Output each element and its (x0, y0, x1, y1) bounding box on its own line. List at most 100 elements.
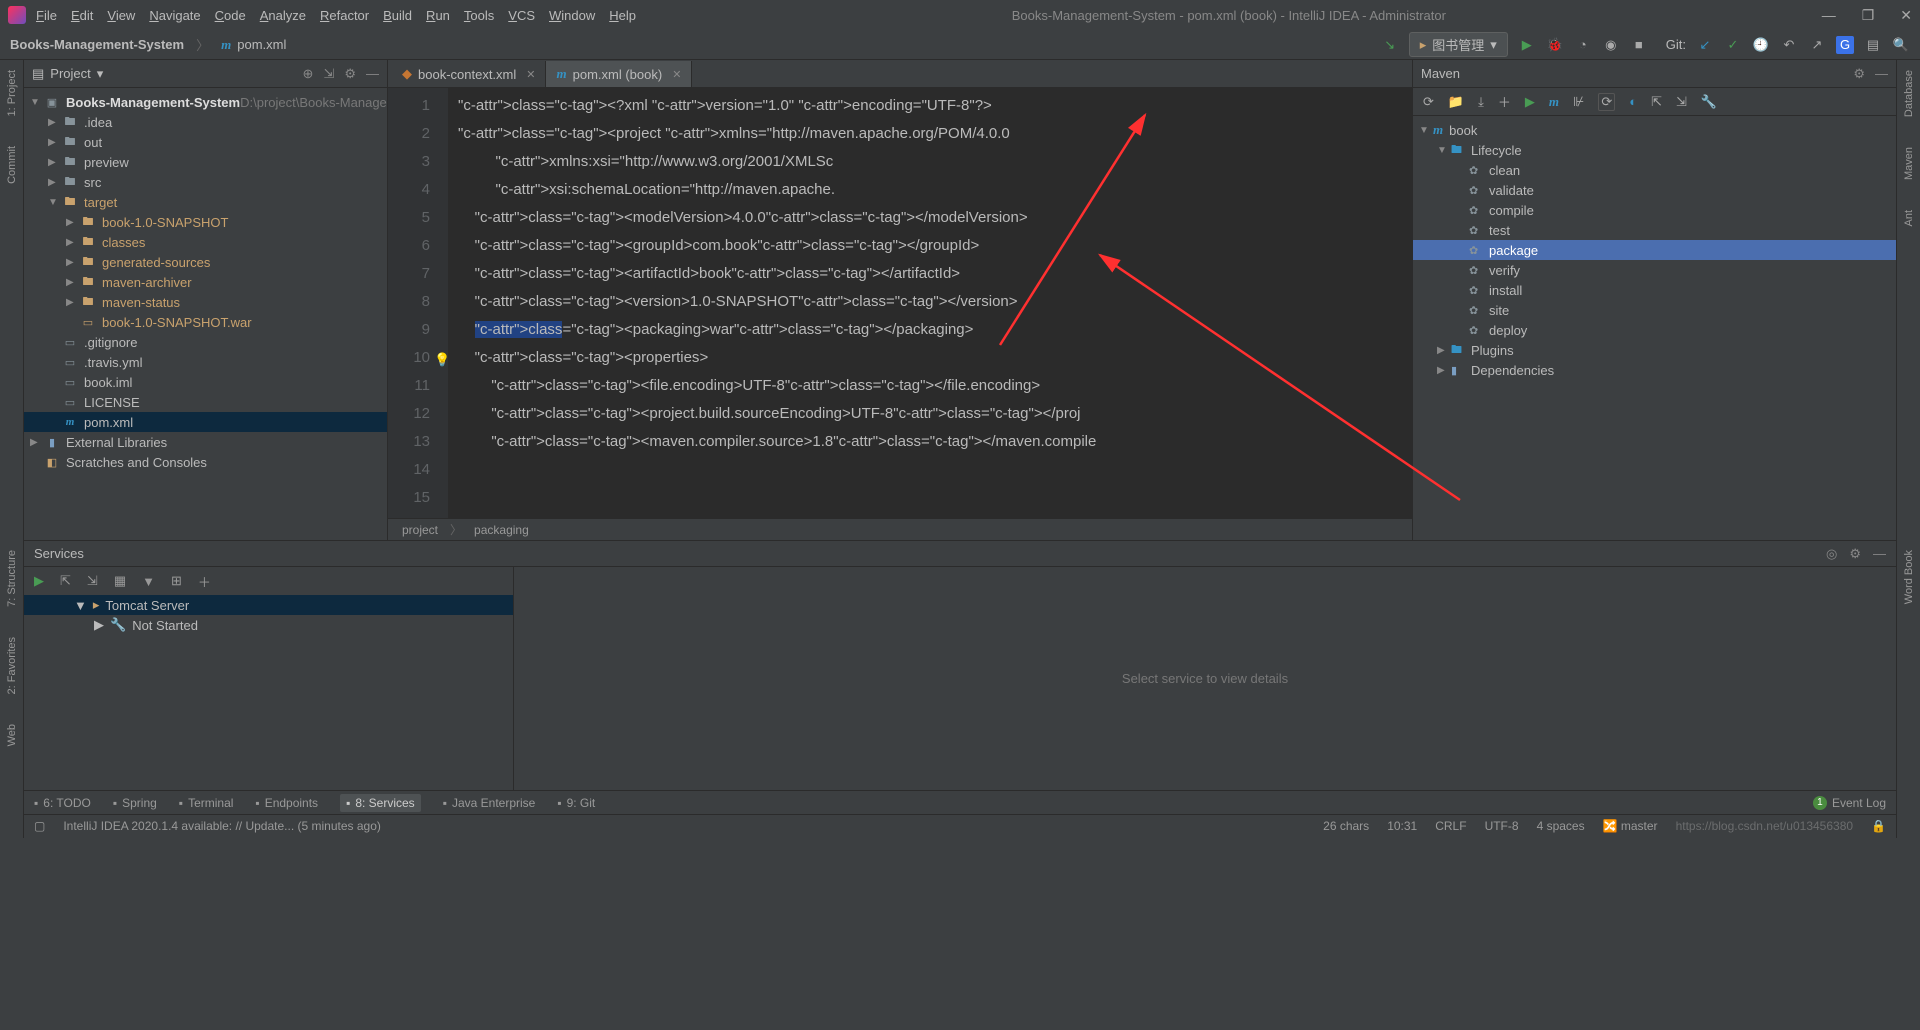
status-indent[interactable]: 4 spaces (1537, 819, 1585, 833)
menu-navigate[interactable]: Navigate (149, 8, 200, 23)
tree-maven-archiver[interactable]: ▶🖿maven-archiver (24, 272, 387, 292)
filter-icon[interactable]: ▼ (142, 574, 155, 589)
menu-code[interactable]: Code (215, 8, 246, 23)
status-indicator-icon[interactable]: ▢ (34, 819, 45, 833)
tree-generated-sources[interactable]: ▶🖿generated-sources (24, 252, 387, 272)
run-config-combo[interactable]: ▸ 图书管理 ▾ (1409, 32, 1508, 57)
tool-ant-tab[interactable]: Ant (1903, 210, 1915, 227)
breadcrumb-file[interactable]: pom.xml (237, 37, 286, 52)
tree-book-1.0-SNAPSHOT[interactable]: ▶🖿book-1.0-SNAPSHOT (24, 212, 387, 232)
services-layout-icon[interactable]: ◎ (1826, 546, 1837, 562)
bottom-tab[interactable]: ▪Terminal (179, 796, 234, 810)
git-commit-icon[interactable]: ✓ (1724, 36, 1742, 54)
menu-file[interactable]: File (36, 8, 57, 23)
bottom-tab[interactable]: ▪Spring (113, 796, 157, 810)
expand-all-icon[interactable]: ⇲ (1676, 94, 1687, 110)
menu-build[interactable]: Build (383, 8, 412, 23)
toggle-offline-icon[interactable]: ⊮ (1573, 94, 1584, 110)
maximize-icon[interactable]: ❐ (1862, 7, 1875, 24)
settings-gear-icon[interactable]: ⚙ (1849, 546, 1861, 562)
menu-edit[interactable]: Edit (71, 8, 93, 23)
maven-goal-clean[interactable]: ✿clean (1413, 160, 1896, 180)
close-tab-icon[interactable]: ✕ (526, 68, 535, 81)
debug-icon[interactable]: 🐞 (1546, 36, 1564, 54)
run-maven-icon[interactable]: ▶ (1525, 94, 1535, 110)
code-content[interactable]: "c-attr">class="c-tag"><?xml "c-attr">ve… (448, 88, 1412, 518)
maven-plugins[interactable]: ▶🖿Plugins (1413, 340, 1896, 360)
tool-structure-tab[interactable]: 7: Structure (6, 550, 18, 607)
tree-target[interactable]: ▼🖿target (24, 192, 387, 212)
status-branch[interactable]: 🔀 master (1603, 819, 1658, 833)
reload-icon[interactable]: ⟳ (1423, 94, 1434, 110)
menu-run[interactable]: Run (426, 8, 450, 23)
collapse-all-icon[interactable]: ⇱ (1651, 94, 1662, 110)
tool-project-tab[interactable]: 1: Project (6, 70, 18, 116)
add-project-icon[interactable]: ＋ (1498, 92, 1511, 111)
git-push-icon[interactable]: ↗ (1808, 36, 1826, 54)
tool-maven-tab[interactable]: Maven (1903, 147, 1915, 180)
menu-window[interactable]: Window (549, 8, 595, 23)
maven-goal-test[interactable]: ✿test (1413, 220, 1896, 240)
layout-icon[interactable]: ⊞ (171, 573, 182, 589)
maven-goal-site[interactable]: ✿site (1413, 300, 1896, 320)
maven-goal-install[interactable]: ✿install (1413, 280, 1896, 300)
menu-analyze[interactable]: Analyze (260, 8, 306, 23)
hide-icon[interactable]: — (366, 66, 379, 82)
git-update-icon[interactable]: ↙ (1696, 36, 1714, 54)
maven-lifecycle[interactable]: ▼🖿Lifecycle (1413, 140, 1896, 160)
tree-book-1.0-SNAPSHOT.war[interactable]: ▭book-1.0-SNAPSHOT.war (24, 312, 387, 332)
run-icon[interactable]: ▶ (1518, 36, 1536, 54)
scratches[interactable]: ◧Scratches and Consoles (24, 452, 387, 472)
run-service-icon[interactable]: ▶ (34, 573, 44, 589)
tree-.idea[interactable]: ▶🖿.idea (24, 112, 387, 132)
menu-view[interactable]: View (107, 8, 135, 23)
bottom-tab[interactable]: ▪6: TODO (34, 796, 91, 810)
status-line-col[interactable]: 10:31 (1387, 819, 1417, 833)
status-encoding[interactable]: UTF-8 (1485, 819, 1519, 833)
bottom-tab[interactable]: ▪9: Git (557, 796, 595, 810)
maven-goal-compile[interactable]: ✿compile (1413, 200, 1896, 220)
bottom-tab[interactable]: ▪8: Services (340, 794, 421, 812)
add-service-icon[interactable]: ＋ (198, 572, 211, 591)
execute-goal-icon[interactable]: m (1549, 94, 1559, 110)
group-icon[interactable]: ▦ (114, 573, 126, 589)
tree-LICENSE[interactable]: ▭LICENSE (24, 392, 387, 412)
tree-book.iml[interactable]: ▭book.iml (24, 372, 387, 392)
show-dependencies-icon[interactable]: ◐ (1629, 94, 1637, 109)
project-root[interactable]: ▼▣Books-Management-System D:\project\Boo… (24, 92, 387, 112)
minimize-icon[interactable]: — (1822, 7, 1836, 24)
download-sources-icon[interactable]: ⤓ (1478, 94, 1484, 110)
tree-classes[interactable]: ▶🖿classes (24, 232, 387, 252)
tool-commit-tab[interactable]: Commit (6, 146, 18, 184)
tool-database-tab[interactable]: Database (1903, 70, 1915, 117)
bottom-tab[interactable]: ▪Endpoints (255, 796, 318, 810)
close-icon[interactable]: ✕ (1900, 7, 1912, 24)
tool-wordbook-tab[interactable]: Word Book (1903, 550, 1915, 604)
tree-preview[interactable]: ▶🖿preview (24, 152, 387, 172)
project-panel-title[interactable]: ▤ Project ▾ (32, 66, 103, 82)
external-libraries[interactable]: ▶▮External Libraries (24, 432, 387, 452)
coverage-icon[interactable]: ◔ (1574, 36, 1592, 54)
bottom-tab[interactable]: ▪Java Enterprise (443, 796, 536, 810)
tree-maven-status[interactable]: ▶🖿maven-status (24, 292, 387, 312)
translate-icon[interactable]: G (1836, 36, 1854, 54)
settings-gear-icon[interactable]: ⚙ (344, 66, 356, 82)
tree-src[interactable]: ▶🖿src (24, 172, 387, 192)
maven-root[interactable]: ▼mbook (1413, 120, 1896, 140)
collapse-icon[interactable]: ⇲ (87, 573, 98, 589)
profiler-icon[interactable]: ◉ (1602, 36, 1620, 54)
hide-icon[interactable]: — (1873, 546, 1886, 562)
expand-icon[interactable]: ⇱ (60, 573, 71, 589)
maven-goal-verify[interactable]: ✿verify (1413, 260, 1896, 280)
ide-settings-icon[interactable]: ▤ (1864, 36, 1882, 54)
status-message[interactable]: IntelliJ IDEA 2020.1.4 available: // Upd… (63, 819, 381, 833)
maven-goal-deploy[interactable]: ✿deploy (1413, 320, 1896, 340)
menu-vcs[interactable]: VCS (508, 8, 535, 23)
service-notstarted-row[interactable]: ▶ 🔧 Not Started (24, 615, 513, 635)
menu-refactor[interactable]: Refactor (320, 8, 369, 23)
locate-icon[interactable]: ⊕ (303, 66, 314, 82)
tool-favorites-tab[interactable]: 2: Favorites (6, 637, 18, 694)
maven-dependencies[interactable]: ▶▮Dependencies (1413, 360, 1896, 380)
editor-tab[interactable]: ◆book-context.xml✕ (392, 61, 546, 87)
menu-help[interactable]: Help (609, 8, 636, 23)
